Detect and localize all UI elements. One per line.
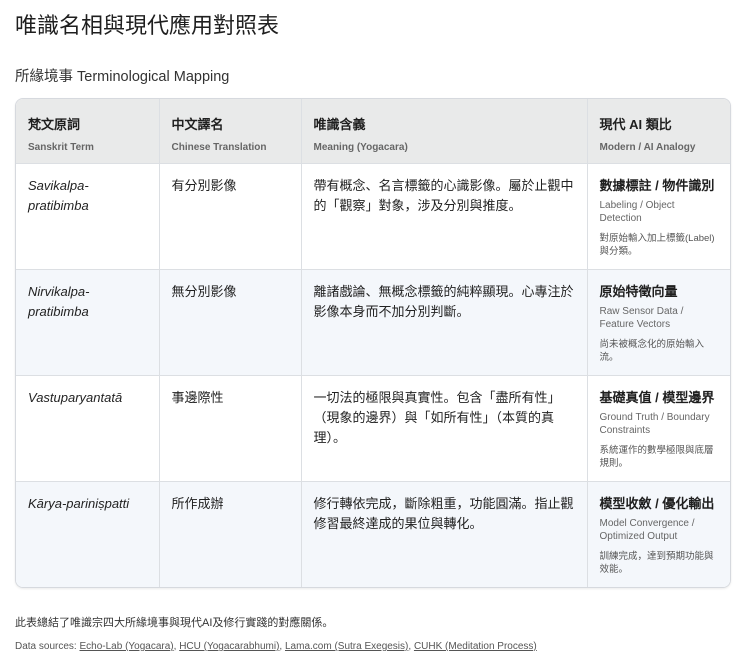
sources-label: Data sources: [15, 641, 77, 652]
cell-sanskrit: Kārya-pariniṣpatti [16, 481, 160, 587]
cell-ai-analogy: 模型收斂 / 優化輸出 Model Convergence / Optimized… [587, 481, 730, 587]
table-header-row: 梵文原詞 Sanskrit Term 中文譯名 Chinese Translatio… [16, 99, 730, 164]
ai-main: 數據標註 / 物件識別 [599, 177, 715, 193]
ai-main: 模型收斂 / 優化輸出 [599, 495, 715, 511]
ai-sub: Labeling / Object Detection [599, 199, 675, 224]
cell-chinese: 有分別影像 [159, 163, 302, 270]
mapping-table-container: 梵文原詞 Sanskrit Term 中文譯名 Chinese Translatio… [15, 98, 731, 588]
cell-sanskrit: Vastuparyantatā [16, 375, 160, 482]
ai-note: 尚未被概念化的原始輸入流。 [599, 338, 705, 363]
cell-ai-analogy: 原始特徵向量 Raw Sensor Data / Feature Vectors 尚… [587, 269, 730, 376]
header-sub: Chinese Translation [171, 142, 267, 153]
table-row: Savikalpa-pratibimba 有分別影像 帶有概念、名言標籤的心識影… [16, 163, 730, 270]
ai-main: 基礎真值 / 模型邊界 [599, 389, 715, 405]
table-row: Nirvikalpa-pratibimba 無分別影像 離諸戲論、無概念標籤的純… [16, 269, 730, 376]
cell-ai-analogy: 數據標註 / 物件識別 Labeling / Object Detection 對原… [587, 163, 730, 270]
cell-sanskrit: Savikalpa-pratibimba [16, 163, 160, 270]
ai-main: 原始特徵向量 [599, 283, 678, 299]
header-sub: Meaning (Yogacara) [313, 142, 408, 153]
source-link-echo-lab[interactable]: Echo-Lab (Yogacara) [79, 641, 173, 652]
cell-meaning: 帶有概念、名言標籤的心識影像。屬於止觀中的「觀察」對象，涉及分別與推度。 [301, 163, 588, 270]
ai-note: 系統運作的數學極限與底層規則。 [599, 444, 714, 469]
mapping-table: 梵文原詞 Sanskrit Term 中文譯名 Chinese Translatio… [16, 99, 730, 587]
header-main: 現代 AI 類比 [599, 117, 672, 132]
ai-sub: Ground Truth / Boundary Constraints [599, 411, 710, 436]
source-link-hcu[interactable]: HCU (Yogacarabhumi) [179, 641, 279, 652]
header-main: 唯識含義 [313, 117, 366, 132]
header-main: 中文譯名 [171, 117, 224, 132]
table-row: Kārya-pariniṣpatti 所作成辦 修行轉依完成，斷除粗重，功能圓滿… [16, 481, 730, 587]
source-link-cuhk[interactable]: CUHK (Meditation Process) [414, 641, 537, 652]
ai-note: 對原始輸入加上標籤(Label)與分類。 [599, 232, 715, 257]
ai-note: 訓練完成，達到預期功能與效能。 [599, 550, 714, 575]
table-summary: 此表總結了唯識宗四大所緣境事與現代AI及修行實踐的對應關係。 [15, 617, 334, 629]
header-meaning: 唯識含義 Meaning (Yogacara) [301, 99, 588, 164]
header-sanskrit: 梵文原詞 Sanskrit Term [16, 99, 160, 164]
cell-chinese: 事邊際性 [159, 375, 302, 482]
source-link-lama[interactable]: Lama.com (Sutra Exegesis) [285, 641, 408, 652]
header-ai-analogy: 現代 AI 類比 Modern / AI Analogy [587, 99, 730, 164]
cell-meaning: 一切法的極限與真實性。包含「盡所有性」（現象的邊界）與「如所有性」（本質的真理）… [301, 375, 588, 482]
cell-ai-analogy: 基礎真值 / 模型邊界 Ground Truth / Boundary Const… [587, 375, 730, 482]
cell-sanskrit: Nirvikalpa-pratibimba [16, 269, 160, 376]
cell-chinese: 無分別影像 [159, 269, 302, 376]
ai-sub: Raw Sensor Data / Feature Vectors [599, 305, 684, 330]
cell-meaning: 離諸戲論、無概念標籤的純粹顯現。心專注於影像本身而不加分別判斷。 [301, 269, 588, 376]
header-chinese: 中文譯名 Chinese Translation [159, 99, 302, 164]
header-sub: Sanskrit Term [28, 142, 94, 153]
cell-chinese: 所作成辦 [159, 481, 302, 587]
data-sources: Data sources: Echo-Lab (Yogacara), HCU (… [15, 641, 537, 652]
header-sub: Modern / AI Analogy [599, 142, 696, 153]
table-row: Vastuparyantatā 事邊際性 一切法的極限與真實性。包含「盡所有性」… [16, 375, 730, 482]
cell-meaning: 修行轉依完成，斷除粗重，功能圓滿。指止觀修習最終達成的果位與轉化。 [301, 481, 588, 587]
ai-sub: Model Convergence / Optimized Output [599, 517, 695, 542]
page-title: 唯識名相與現代應用對照表 [15, 13, 280, 38]
header-main: 梵文原詞 [28, 117, 81, 132]
section-subtitle: 所緣境事 Terminological Mapping [15, 69, 230, 85]
